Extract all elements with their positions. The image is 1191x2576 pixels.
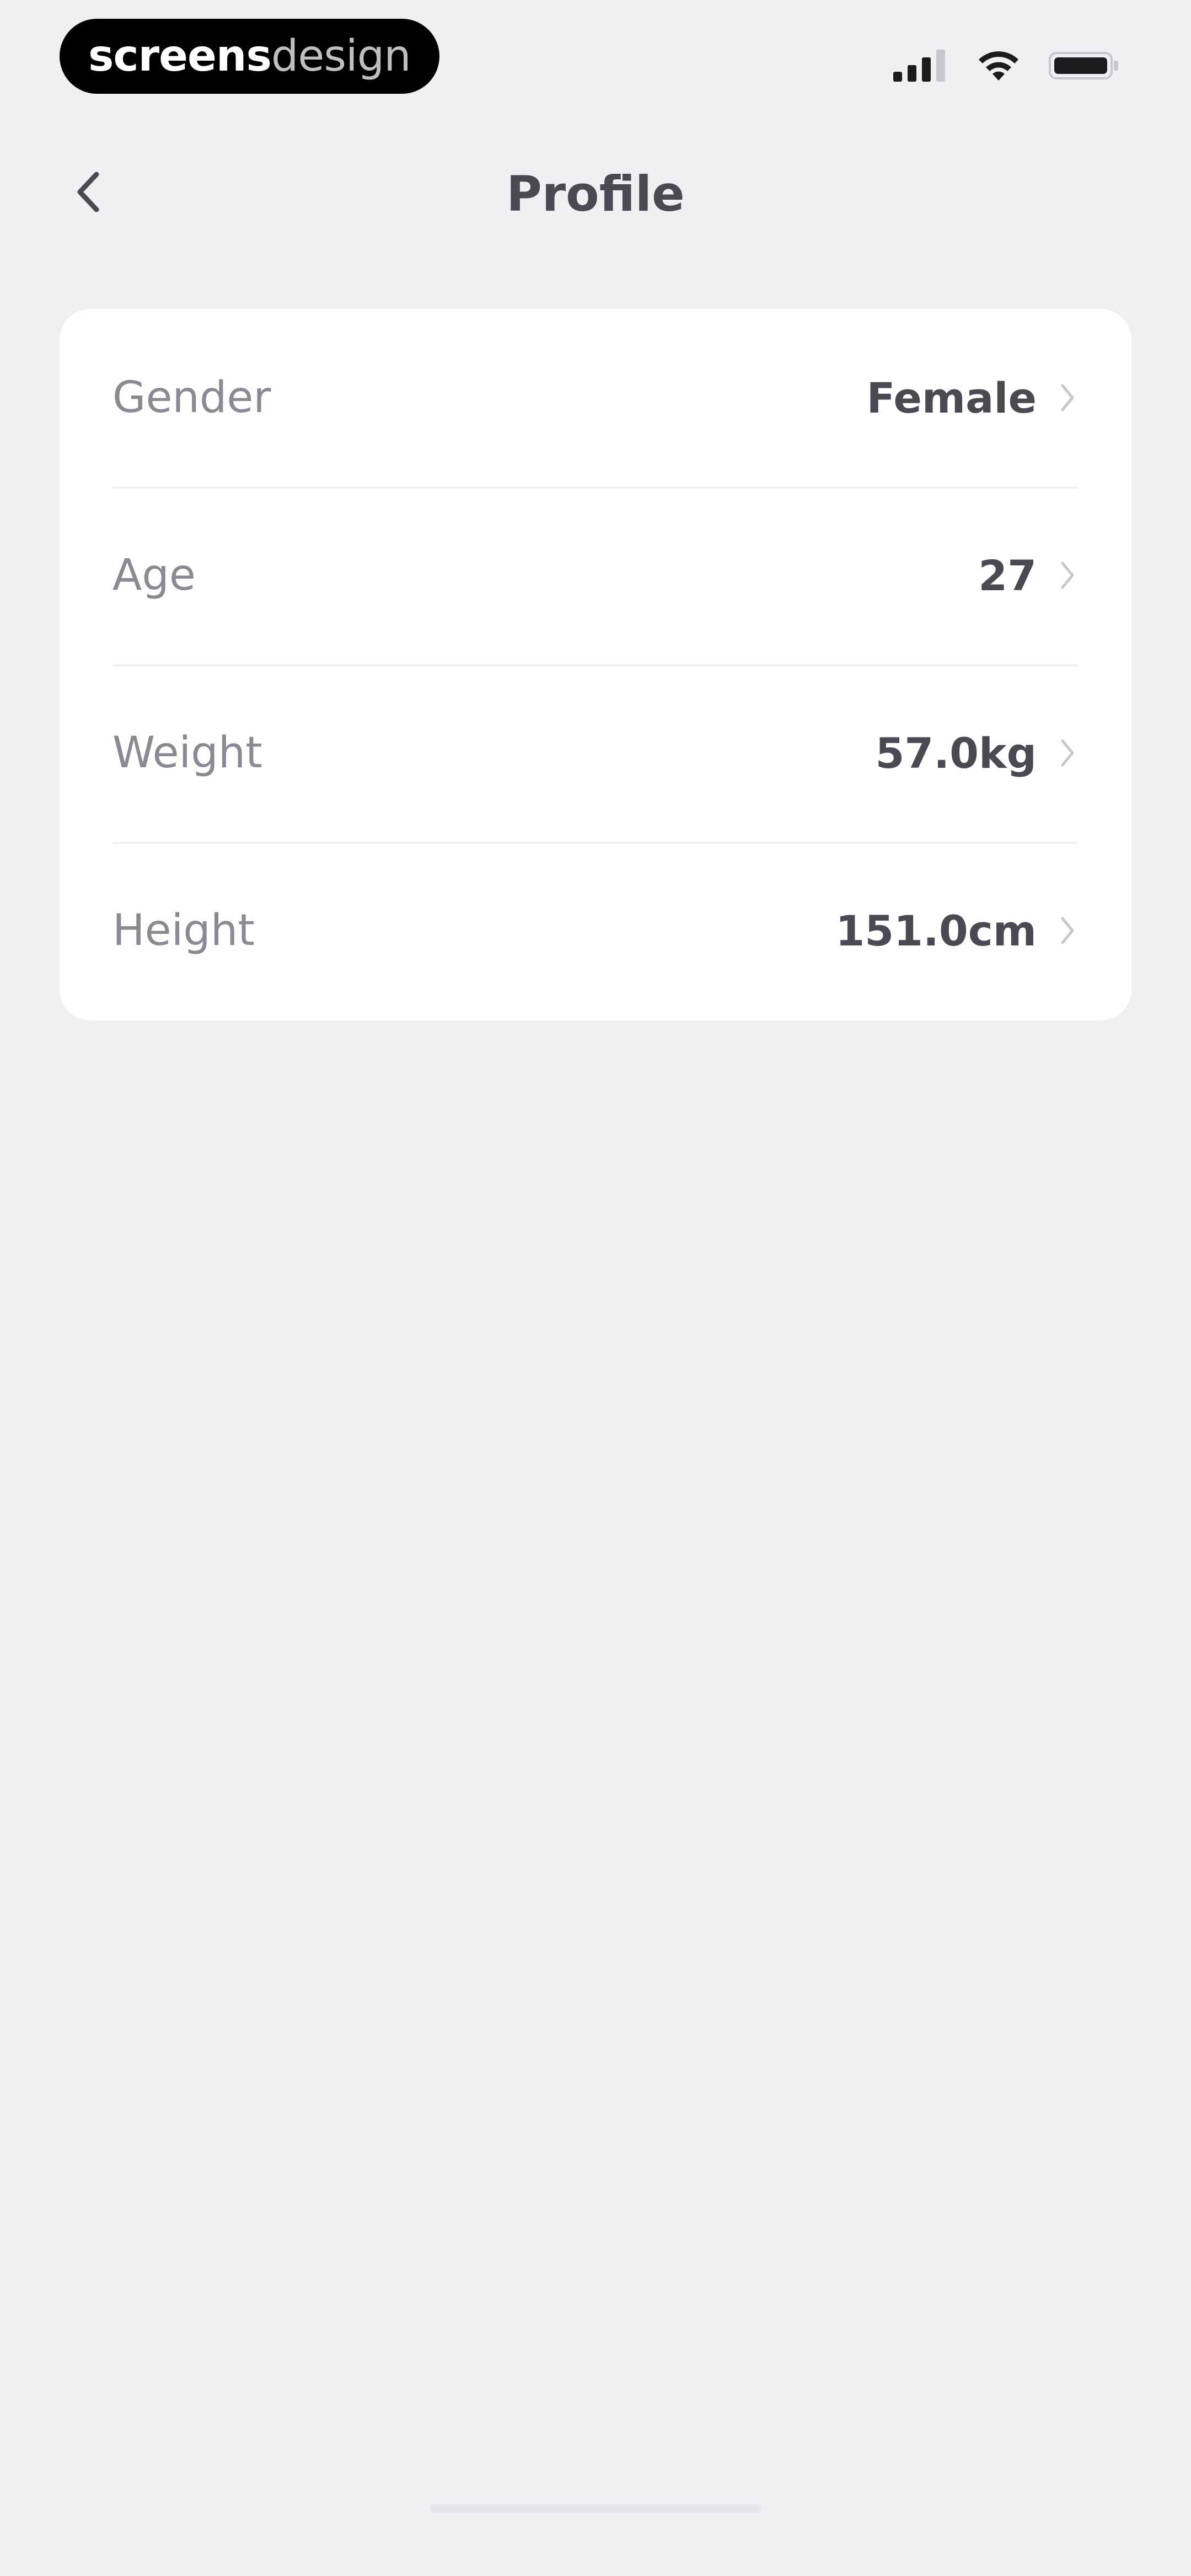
wifi-icon bbox=[977, 49, 1020, 84]
row-value: Female bbox=[866, 373, 1037, 423]
profile-row-gender[interactable]: Gender Female bbox=[112, 309, 1079, 487]
chevron-right-icon bbox=[1056, 378, 1079, 417]
row-value: 27 bbox=[978, 551, 1037, 600]
brand-logo: screens design bbox=[60, 19, 439, 94]
brand-logo-light: design bbox=[271, 31, 411, 81]
cellular-signal-icon bbox=[893, 49, 948, 84]
brand-logo-strong: screens bbox=[88, 31, 272, 81]
page-title: Profile bbox=[506, 165, 685, 222]
profile-card: Gender Female Age 27 Weight 57.0kg Heigh… bbox=[60, 309, 1131, 1020]
row-right: 27 bbox=[978, 551, 1079, 600]
chevron-right-icon bbox=[1056, 734, 1079, 772]
nav-bar: Profile bbox=[0, 138, 1191, 248]
profile-row-age[interactable]: Age 27 bbox=[112, 487, 1079, 664]
home-indicator bbox=[430, 2504, 761, 2513]
chevron-right-icon bbox=[1056, 911, 1079, 950]
chevron-right-icon bbox=[1056, 556, 1079, 595]
row-right: 151.0cm bbox=[835, 906, 1079, 955]
profile-row-weight[interactable]: Weight 57.0kg bbox=[112, 664, 1079, 842]
row-right: 57.0kg bbox=[876, 729, 1079, 778]
battery-icon bbox=[1049, 49, 1120, 84]
row-label: Weight bbox=[112, 728, 262, 778]
status-bar: screens design bbox=[0, 0, 1191, 121]
profile-row-height[interactable]: Height 151.0cm bbox=[112, 842, 1079, 1019]
row-label: Gender bbox=[112, 373, 271, 423]
row-label: Height bbox=[112, 906, 255, 955]
row-right: Female bbox=[867, 373, 1079, 423]
row-value: 151.0cm bbox=[835, 906, 1037, 955]
status-icons bbox=[893, 49, 1120, 84]
row-label: Age bbox=[112, 551, 196, 600]
row-value: 57.0kg bbox=[875, 728, 1037, 778]
